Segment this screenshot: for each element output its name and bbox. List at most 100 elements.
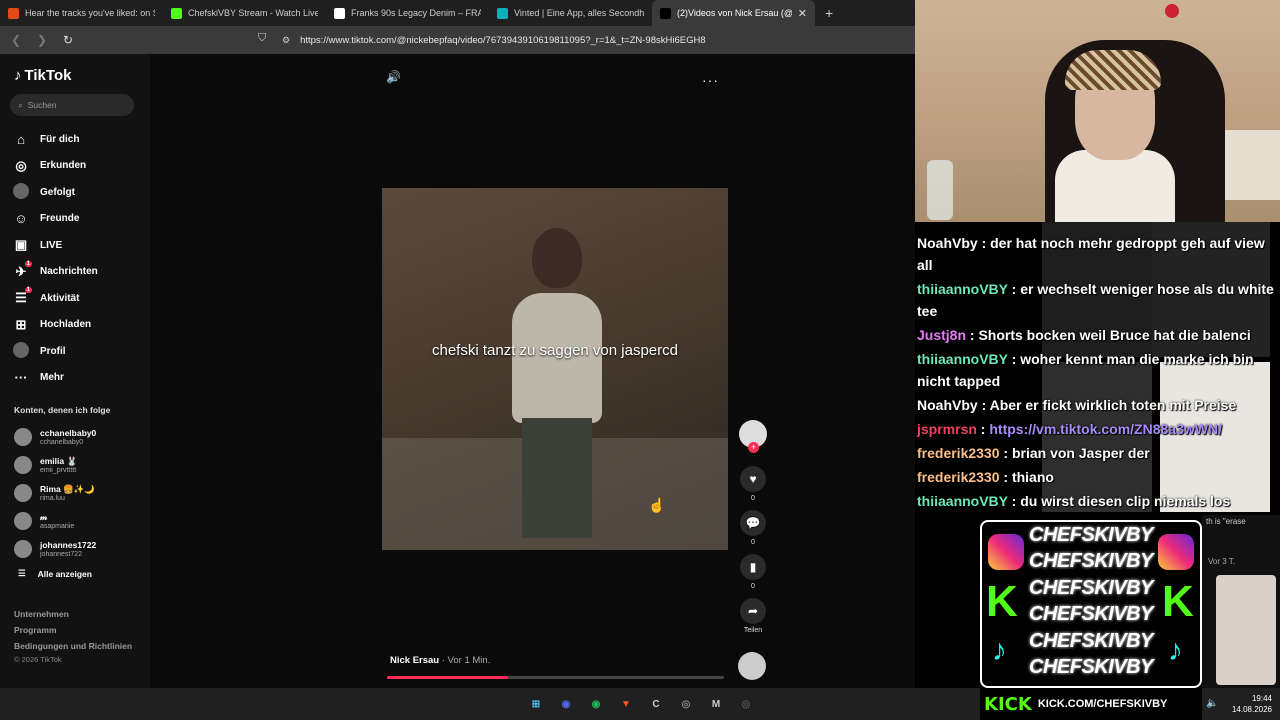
sidebar-item[interactable]: Gefolgt: [12, 179, 142, 206]
footer-link[interactable]: Bedingungen und Richtlinien: [14, 638, 132, 654]
browser-address-bar: ❮ ❯ ↻ ⛉ ⚙ https://www.tiktok.com/@nickeb…: [0, 26, 915, 54]
bookmark-save-icon[interactable]: ▮: [740, 554, 766, 580]
messages-icon: ✈ 1: [15, 260, 32, 279]
following-name: cchanelbaby0: [40, 427, 97, 438]
show-all-button[interactable]: ☰ Alle anzeigen: [18, 568, 92, 579]
new-tab-button[interactable]: +: [815, 5, 843, 21]
home-icon: ⌂: [17, 131, 25, 147]
forward-icon[interactable]: ❯: [32, 33, 52, 47]
avatar: [14, 428, 32, 446]
browser-tab-bar: Hear the tracks you've liked: on Sou Chef…: [0, 0, 915, 26]
like-count: 0: [751, 495, 755, 502]
chat-line: NoahVby : der hat noch mehr gedroppt geh…: [917, 232, 1279, 276]
following-avatar-icon: [12, 182, 30, 202]
sidebar-item[interactable]: ◎ Erkunden: [12, 153, 142, 180]
sidebar-item[interactable]: ⊞ Hochladen: [12, 312, 142, 339]
tab-favicon-icon: [8, 7, 19, 19]
dancer-figure: [502, 218, 612, 538]
following-handle: asapmariie: [40, 522, 75, 530]
discord-icon[interactable]: ◉: [556, 694, 576, 714]
chat-line: jsprmrsn : https://vm.tiktok.com/ZN88a3w…: [917, 418, 1279, 440]
sidebar-menu: ⌂ Für dich ◎ Erkunden Gefolgt ☺ Freunde ▣ LIVE ✈ 1…: [12, 126, 142, 391]
following-handle: johannest722: [40, 550, 83, 558]
sound-avatar[interactable]: [738, 652, 766, 680]
chat-username: NoahVby: [917, 235, 978, 251]
comment-icon[interactable]: 💬: [740, 510, 766, 536]
profile-avatar-icon: [12, 341, 30, 361]
brave-icon[interactable]: ▼: [616, 694, 636, 714]
browser-tab[interactable]: (2)Videos von Nick Ersau (@nick ✕: [652, 0, 815, 26]
sidebar-item-label: Profil: [40, 345, 66, 357]
volume-tray-icon[interactable]: 🔈: [1206, 698, 1218, 709]
sidebar-item[interactable]: Profil: [12, 338, 142, 365]
social-banner: K K ♪ ♪ CHEFSKIVBY CHEFSKIVBY CHEFSKIVBY CH…: [980, 520, 1202, 688]
windows-start-icon[interactable]: ⊞: [526, 694, 546, 714]
kick-k-icon: K: [986, 577, 1018, 626]
c-app-icon[interactable]: C: [646, 694, 666, 714]
avatar: [14, 540, 32, 558]
chat-link[interactable]: https://vm.tiktok.com/ZN88a3wWN/: [989, 421, 1222, 437]
following-name: Rima 🍔✨🌙: [40, 483, 95, 494]
cam-body: [1055, 150, 1175, 222]
badge: 1: [24, 287, 32, 294]
following-list: cchanelbaby0 cchanelbaby0 emilia 🐰 emii_prv…: [14, 423, 96, 563]
share-icon[interactable]: ➦: [740, 598, 766, 624]
obs-icon[interactable]: ◎: [736, 694, 756, 714]
volume-icon[interactable]: 🔊: [386, 70, 401, 84]
following-item[interactable]: cchanelbaby0 cchanelbaby0: [14, 423, 96, 451]
chat-line: NoahVby : Aber er fickt wirklich toten m…: [917, 394, 1279, 416]
more-options-icon[interactable]: ···: [702, 72, 719, 88]
kick-url-bar: KICK KICK.COM/CHEFSKIVBY: [980, 688, 1202, 720]
activity-icon: ☰ 1: [15, 287, 32, 306]
author-avatar[interactable]: +: [739, 420, 767, 453]
video-actions: + ♥ 0 💬 0 ▮ 0 ➦ Teilen: [738, 420, 768, 634]
following-item[interactable]: Rima 🍔✨🌙 rima.luu: [14, 479, 96, 507]
tab-favicon-icon: [171, 7, 182, 19]
tiktok-icon: ♪: [992, 634, 1007, 667]
tab-title: Hear the tracks you've liked: on Sou: [25, 8, 155, 18]
following-item[interactable]: 𝓂 asapmariie: [14, 507, 96, 535]
bookmark-icon[interactable]: ⛉: [258, 32, 266, 45]
reload-icon[interactable]: ↻: [58, 33, 78, 47]
sidebar-item[interactable]: ⌂ Für dich: [12, 126, 142, 153]
browser-tab[interactable]: Hear the tracks you've liked: on Sou: [0, 0, 163, 26]
tab-favicon-icon: [660, 7, 671, 19]
spotify-icon[interactable]: ◉: [586, 694, 606, 714]
url-field[interactable]: https://www.tiktok.com/@nickebepfaq/vide…: [300, 35, 706, 46]
live-icon: ▣: [14, 237, 28, 253]
browser-tab[interactable]: ChefskiVBY Stream - Watch Live on K: [163, 0, 326, 26]
chat-message: :: [976, 421, 990, 437]
chrome-icon[interactable]: ◎: [676, 694, 696, 714]
video-author[interactable]: Nick Ersau · Vor 1 Min.: [390, 655, 490, 666]
following-handle: rima.luu: [40, 494, 65, 502]
sidebar-item[interactable]: ▣ LIVE: [12, 232, 142, 259]
clock[interactable]: 19:44 14.08.2026: [1232, 693, 1272, 715]
sidebar-item[interactable]: ··· Mehr: [12, 365, 142, 392]
follow-plus-icon[interactable]: +: [748, 442, 759, 453]
system-tray: 🔈 19:44 14.08.2026: [1202, 688, 1280, 720]
chat-message: : Aber er fickt wirklich toten mit Preis…: [977, 397, 1237, 413]
avatar: [14, 456, 32, 474]
following-item[interactable]: johannes1722 johannest722: [14, 535, 96, 563]
video-progress-bar[interactable]: [387, 676, 724, 679]
browser-tab[interactable]: Vinted | Eine App, alles Secondhand: [489, 0, 652, 26]
following-name: 𝓂: [40, 511, 48, 522]
tab-title: (2)Videos von Nick Ersau (@nick: [677, 8, 792, 18]
screen: Hear the tracks you've liked: on Sou Chef…: [0, 0, 1280, 720]
gmail-icon[interactable]: M: [706, 694, 726, 714]
search-input[interactable]: ⌕ Suchen: [10, 94, 134, 116]
sidebar-item[interactable]: ☺ Freunde: [12, 206, 142, 233]
site-info-icon[interactable]: ⚙: [282, 35, 290, 46]
browser-tab[interactable]: Franks 90s Legacy Denim – FRANK FI: [326, 0, 489, 26]
video-player[interactable]: chefski tanzt zu saggen von jaspercd: [382, 188, 728, 550]
footer-link[interactable]: Unternehmen: [14, 606, 132, 622]
footer-link[interactable]: Programm: [14, 622, 132, 638]
sidebar-item[interactable]: ☰ 1 Aktivität: [12, 285, 142, 312]
like-heart-icon[interactable]: ♥: [740, 466, 766, 492]
close-tab-icon[interactable]: ✕: [798, 7, 807, 20]
tiktok-logo[interactable]: ♪ TikTok: [14, 67, 71, 84]
following-item[interactable]: emilia 🐰 emii_prvttttt: [14, 451, 96, 479]
back-icon[interactable]: ❮: [6, 33, 26, 47]
sidebar-item[interactable]: ✈ 1 Nachrichten: [12, 259, 142, 286]
tiktok-note-icon: ♪: [14, 67, 22, 84]
